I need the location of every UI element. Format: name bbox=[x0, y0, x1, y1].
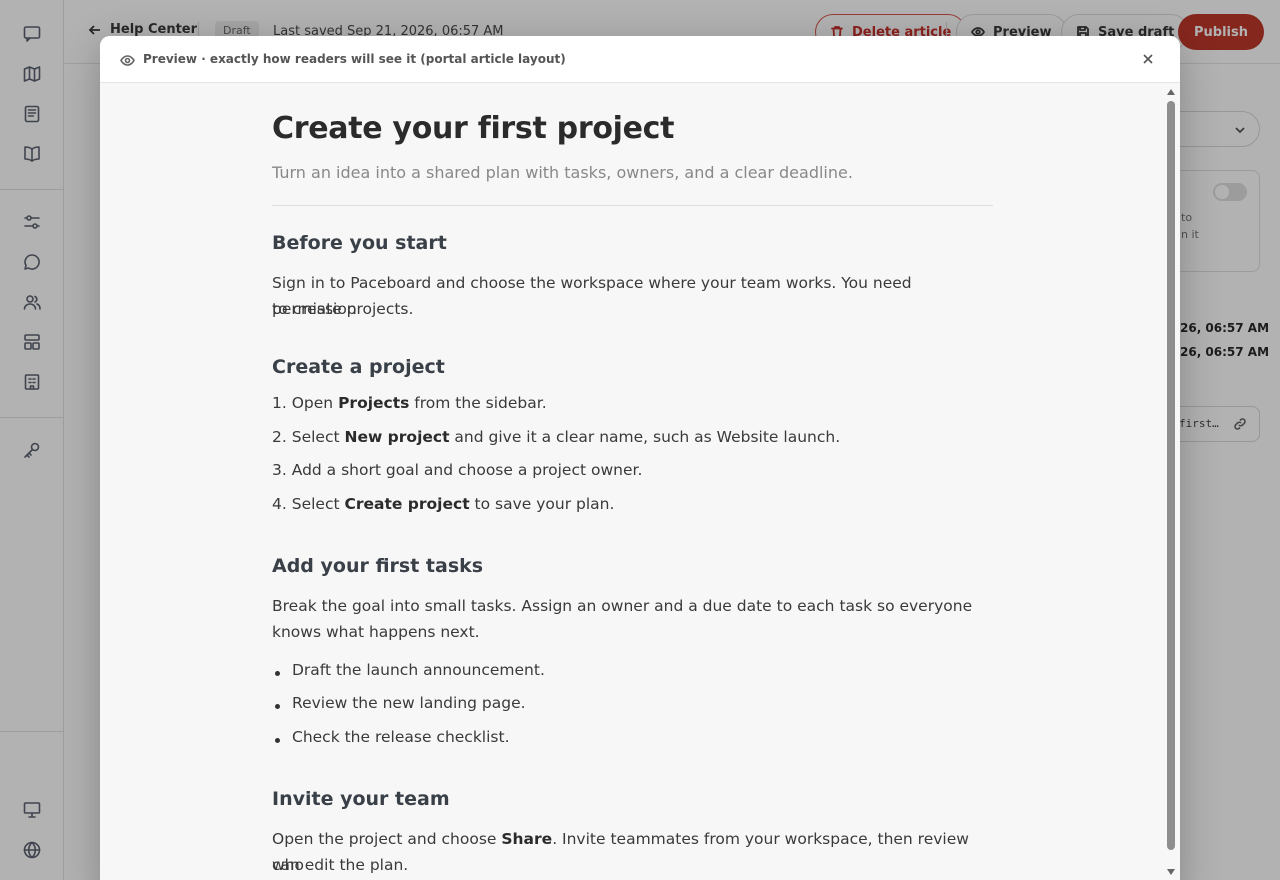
paragraph-line: to create projects. bbox=[272, 300, 414, 318]
scroll-down-arrow-icon[interactable] bbox=[1167, 869, 1175, 875]
article-subtitle: Turn an idea into a shared plan with tas… bbox=[272, 163, 853, 182]
modal-title: Preview · exactly how readers will see i… bbox=[143, 52, 566, 66]
list-item: Draft the launch announcement. bbox=[292, 661, 545, 679]
title-divider bbox=[272, 205, 993, 206]
paragraph-line: Break the goal into small tasks. Assign … bbox=[272, 597, 973, 615]
section-heading: Add your first tasks bbox=[272, 555, 484, 577]
bullet-icon bbox=[275, 671, 280, 676]
scroll-up-arrow-icon[interactable] bbox=[1167, 89, 1175, 95]
list-item: Review the new landing page. bbox=[292, 694, 526, 712]
scrollbar-thumb[interactable] bbox=[1167, 101, 1175, 850]
modal-header: Preview · exactly how readers will see i… bbox=[100, 36, 1180, 83]
close-icon[interactable] bbox=[1140, 51, 1156, 67]
list-item: 4. Select Create project to save your pl… bbox=[272, 495, 615, 513]
article-title: Create your first project bbox=[272, 111, 675, 146]
bullet-icon bbox=[275, 738, 280, 743]
section-heading: Invite your team bbox=[272, 788, 450, 810]
section-heading: Create a project bbox=[272, 356, 445, 378]
paragraph-line: can edit the plan. bbox=[272, 856, 409, 874]
modal-body[interactable]: Create your first project Turn an idea i… bbox=[100, 83, 1180, 880]
preview-modal: Preview · exactly how readers will see i… bbox=[100, 36, 1180, 880]
paragraph-line: knows what happens next. bbox=[272, 623, 480, 641]
list-item: 3. Add a short goal and choose a project… bbox=[272, 461, 643, 479]
eye-icon bbox=[120, 53, 135, 68]
list-item: 1. Open Projects from the sidebar. bbox=[272, 394, 547, 412]
section-heading: Before you start bbox=[272, 232, 447, 254]
bullet-icon bbox=[275, 704, 280, 709]
list-item: Check the release checklist. bbox=[292, 728, 510, 746]
list-item: 2. Select New project and give it a clea… bbox=[272, 428, 841, 446]
